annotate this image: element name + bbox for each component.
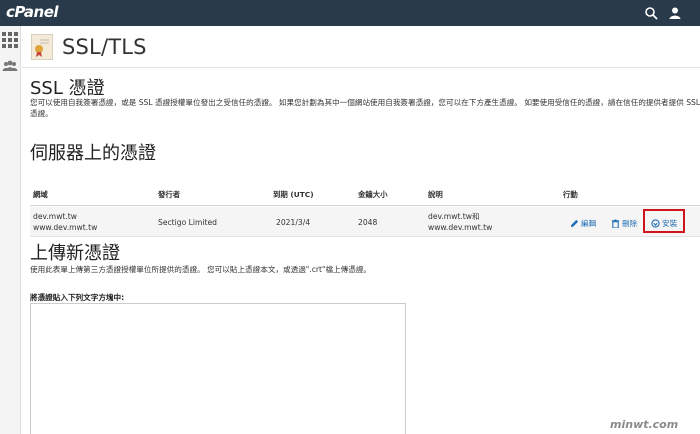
cell-expiry: 2021/3/4 (276, 218, 311, 227)
col-issuer[interactable]: 發行者 (158, 189, 180, 200)
ssl-description-cont: 憑證。 (30, 109, 53, 118)
main-content: SSL/TLS SSL 憑證 您可以使用自我簽署憑證，或是 SSL 憑證授權單位… (22, 26, 700, 434)
col-key-size[interactable]: 金鑰大小 (358, 189, 388, 200)
cell-domain-alt: www.dev.mwt.tw (33, 223, 98, 232)
user-icon[interactable] (668, 6, 682, 20)
cell-issuer: Sectigo Limited (158, 218, 217, 227)
certificate-textarea[interactable] (30, 303, 406, 434)
delete-label: 刪除 (622, 219, 638, 228)
col-expiry[interactable]: 到期 (UTC) (273, 189, 314, 200)
ssl-description: 您可以使用自我簽署憑證，或是 SSL 憑證授權單位發出之受信任的憑證。 如果您計… (30, 98, 700, 107)
edit-button[interactable]: 編輯 (570, 218, 596, 229)
table-row: dev.mwt.tw www.dev.mwt.tw Sectigo Limite… (30, 207, 700, 237)
certificate-icon (31, 34, 53, 60)
pencil-icon (570, 219, 579, 228)
trash-icon (611, 219, 620, 229)
upload-heading: 上傳新憑證 (30, 243, 120, 264)
col-description: 說明 (428, 190, 443, 199)
cell-domain: dev.mwt.tw (33, 212, 77, 221)
top-bar: cPanel (0, 0, 700, 26)
table-header-divider (30, 205, 700, 206)
watermark: minwt.com (610, 418, 679, 431)
apps-grid-icon[interactable] (2, 32, 18, 48)
cell-description-alt: www.dev.mwt.tw (428, 223, 493, 232)
delete-button[interactable]: 刪除 (611, 218, 637, 229)
upload-description: 使用此表單上傳第三方憑證授權單位所提供的憑證。 您可以貼上憑證本文，或透過".c… (30, 265, 372, 274)
col-domain[interactable]: 網域 (33, 189, 48, 200)
page-divider (22, 67, 700, 68)
cell-key-size: 2048 (358, 218, 378, 227)
paste-certificate-label: 將憑證貼入下列文字方塊中: (30, 293, 125, 302)
cell-description: dev.mwt.tw和 (428, 212, 480, 221)
sidebar (0, 26, 21, 434)
users-icon[interactable] (2, 58, 18, 74)
server-certs-heading: 伺服器上的憑證 (30, 143, 156, 164)
col-actions: 行動 (563, 190, 578, 199)
page-title: SSL/TLS (62, 35, 147, 59)
cpanel-logo[interactable]: cPanel (6, 3, 59, 21)
search-icon[interactable] (644, 6, 658, 20)
edit-label: 編輯 (581, 219, 597, 228)
install-highlight-box (643, 209, 685, 233)
